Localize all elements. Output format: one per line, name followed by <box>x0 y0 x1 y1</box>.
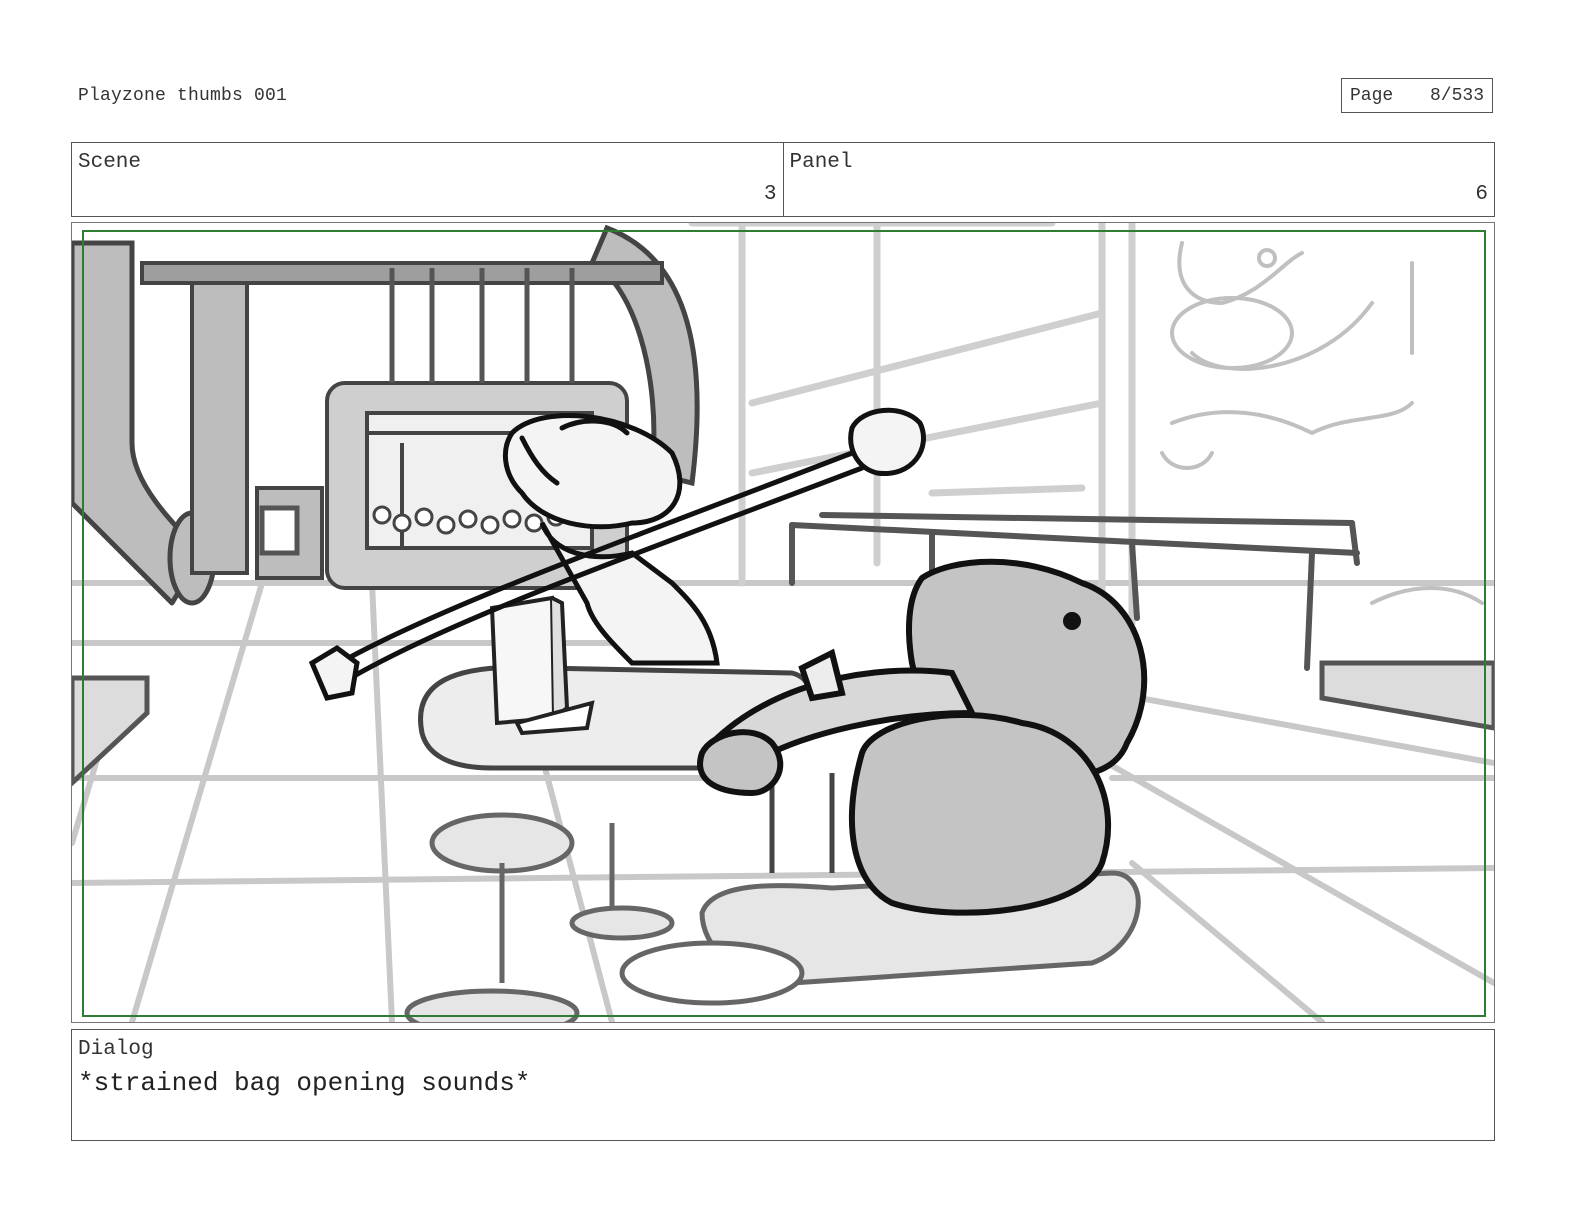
panel-label: Panel <box>789 151 853 174</box>
character-round <box>697 558 1148 916</box>
storyboard-sketch <box>72 223 1494 1022</box>
dialog-text: *strained bag opening sounds* <box>78 1068 531 1098</box>
page-number: 8/533 <box>1429 85 1484 106</box>
panel-cell: Panel 6 <box>782 143 1495 216</box>
page-label: Page <box>1350 85 1394 106</box>
scene-panel-header: Scene 3 Panel 6 <box>71 142 1495 217</box>
paper-bag <box>489 595 595 736</box>
document-title: Playzone thumbs 001 <box>78 86 288 106</box>
dialog-box: Dialog *strained bag opening sounds* <box>71 1029 1495 1141</box>
scene-cell: Scene 3 <box>72 143 783 216</box>
page-indicator: Page 8/533 <box>1341 78 1493 113</box>
scene-label: Scene <box>78 151 142 174</box>
storyboard-frame <box>71 222 1495 1023</box>
panel-number: 6 <box>1475 183 1488 206</box>
scene-number: 3 <box>763 183 777 206</box>
dialog-label: Dialog <box>78 1038 154 1061</box>
